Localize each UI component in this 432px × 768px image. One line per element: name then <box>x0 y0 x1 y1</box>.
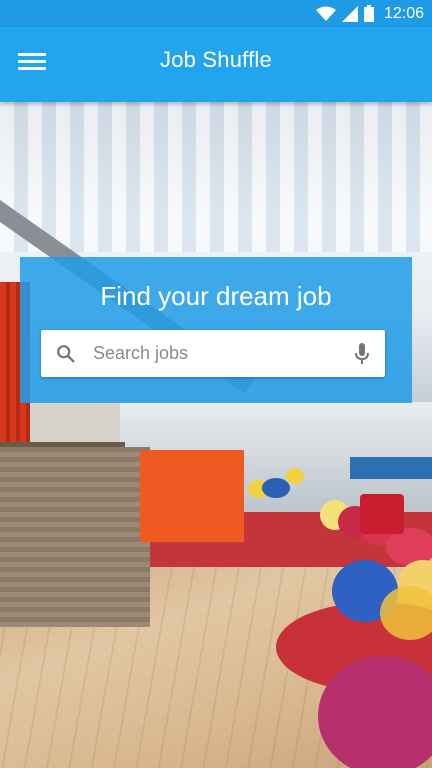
wifi-icon <box>315 6 336 21</box>
signal-icon <box>341 5 358 22</box>
battery-icon <box>363 5 374 22</box>
status-bar: 12:06 <box>0 0 432 27</box>
app-title: Job Shuffle <box>160 47 272 72</box>
mic-icon[interactable] <box>353 342 371 366</box>
search-heading: Find your dream job <box>100 281 332 311</box>
search-box[interactable] <box>41 330 385 377</box>
search-icon <box>57 345 75 363</box>
background-photo <box>0 102 432 768</box>
search-card: Find your dream job <box>20 257 412 403</box>
app-bar: Job Shuffle <box>0 27 432 102</box>
status-clock: 12:06 <box>383 4 424 22</box>
search-input[interactable] <box>93 330 343 377</box>
